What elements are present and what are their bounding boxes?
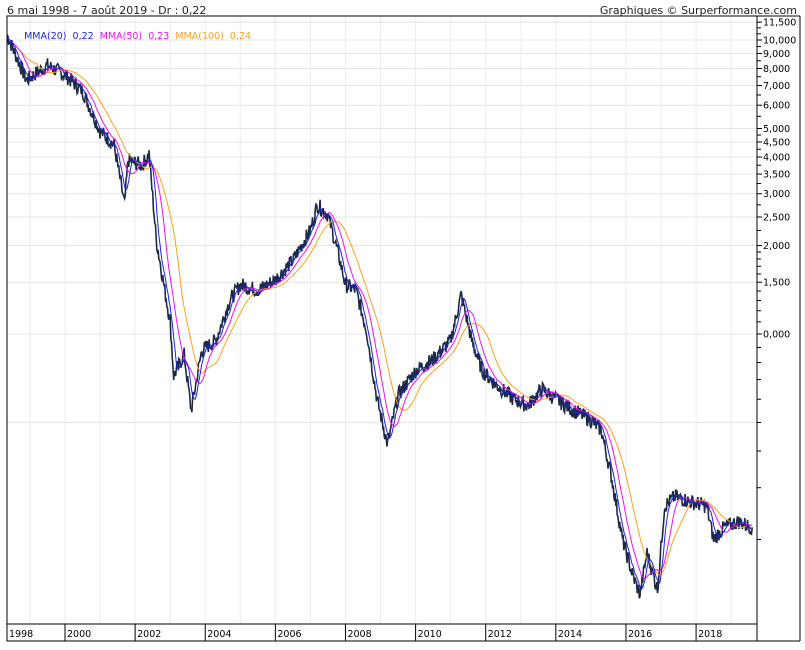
x-tick-label: 2010: [418, 629, 442, 640]
y-tick-label: 8,000: [763, 64, 790, 75]
y-tick-label: 11,500: [763, 18, 796, 29]
x-tick-label: 2004: [207, 629, 231, 640]
legend-mma20-value: 0,22: [72, 31, 94, 42]
y-tick-label: 4,000: [763, 152, 790, 163]
legend-mma20-label: MMA(20): [24, 31, 67, 42]
y-tick-label: 2,000: [763, 241, 790, 252]
x-tick-label: 2012: [488, 629, 512, 640]
x-tick-label: 2002: [137, 629, 161, 640]
y-tick-label: 1,500: [763, 278, 790, 289]
x-tick-label: 1998: [9, 629, 33, 640]
legend-mma100-value: 0,24: [229, 31, 252, 42]
y-tick-label: 10,000: [763, 36, 796, 47]
y-tick-label: 2,500: [763, 213, 790, 224]
y-tick-label: 3,500: [763, 170, 790, 181]
y-tick-label: 7,000: [763, 81, 790, 92]
x-tick-label: 2008: [347, 629, 371, 640]
x-tick-label: 2000: [67, 629, 91, 640]
legend: MMA(20) 0,22 MMA(50) 0,23 MMA(100) 0,24: [12, 20, 251, 53]
plot-background: [7, 16, 757, 641]
x-tick-label: 2014: [558, 629, 582, 640]
y-tick-label: 5,000: [763, 124, 790, 135]
legend-mma100-label: MMA(100): [175, 31, 224, 42]
y-tick-label: 9,000: [763, 49, 790, 60]
legend-mma50-value: 0,23: [148, 31, 170, 42]
x-tick-label: 2018: [698, 629, 722, 640]
x-tick-label: 2006: [277, 629, 301, 640]
y-tick-label: 3,000: [763, 189, 790, 200]
y-tick-label: 0,000: [763, 330, 790, 341]
price-chart: 11,500 10,000 9,000 8,000 7,000 6,000 5,000 4,5…: [6, 15, 801, 642]
y-tick-label: 4,500: [763, 137, 790, 148]
y-tick-label: 6,000: [763, 101, 790, 112]
x-tick-label: 2016: [628, 629, 652, 640]
chart-container: 6 mai 1998 - 7 août 2019 - Dr : 0,22 Gra…: [0, 0, 805, 650]
legend-mma50-label: MMA(50): [99, 31, 143, 42]
